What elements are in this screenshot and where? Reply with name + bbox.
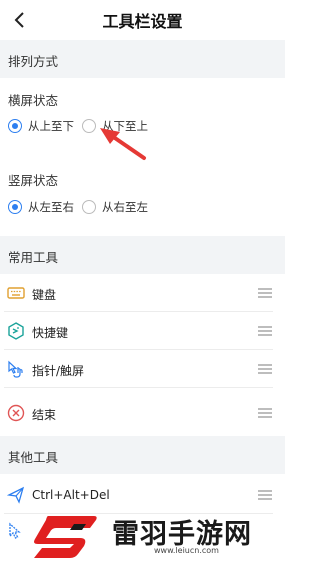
radio-dot [82,200,96,214]
shortcut-icon [8,322,24,340]
radio-left-to-right[interactable]: 从左至右 [8,199,74,215]
radio-label: 从上至下 [28,119,74,133]
pointer-touch-icon [8,360,23,378]
tool-label: 快捷键 [32,326,69,340]
landscape-label: 横屏状态 [8,93,59,108]
watermark: 雷羽手游网 www.leiucn.com [30,508,285,565]
annotation-arrow-icon [100,128,146,160]
section-title: 常用工具 [8,250,59,265]
watermark-url: www.leiucn.com [154,546,219,555]
section-title: 排列方式 [8,54,59,69]
top-bar: 工具栏设置 [0,0,285,40]
tool-row-pointer-touch[interactable]: 指针/触屏 [0,350,285,388]
pointer-icon [9,522,21,539]
radio-right-to-left[interactable]: 从右至左 [82,199,148,215]
end-icon [7,404,25,422]
tool-row-keyboard[interactable]: 键盘 [0,274,285,312]
send-icon [7,486,25,504]
portrait-options: 从左至右 从右至左 [8,197,156,217]
radio-label: 从左至右 [28,200,74,214]
section-common-tools: 常用工具 [0,236,285,274]
radio-top-to-bottom[interactable]: 从上至下 [8,118,74,134]
tool-label: 指针/触屏 [32,364,85,378]
drag-handle-icon[interactable] [258,490,272,500]
tool-label: Ctrl+Alt+Del [32,488,110,502]
section-arrangement: 排列方式 [0,40,285,78]
drag-handle-icon[interactable] [258,408,272,418]
tool-row-end[interactable]: 结束 [0,394,285,432]
page-title: 工具栏设置 [102,12,183,31]
tool-label: 键盘 [32,288,57,302]
radio-dot-selected [8,200,22,214]
section-title: 其他工具 [8,450,59,465]
divider [4,387,273,388]
radio-dot [82,119,96,133]
drag-handle-icon[interactable] [258,288,272,298]
keyboard-icon [7,287,25,299]
tool-label: 结束 [32,408,57,422]
drag-handle-icon[interactable] [258,326,272,336]
portrait-label: 竖屏状态 [8,173,59,188]
tool-row-shortcut[interactable]: 快捷键 [0,312,285,350]
watermark-logo-icon [34,516,97,558]
radio-label: 从右至左 [102,200,148,214]
radio-dot-selected [8,119,22,133]
drag-handle-icon[interactable] [258,364,272,374]
section-other-tools: 其他工具 [0,436,285,474]
